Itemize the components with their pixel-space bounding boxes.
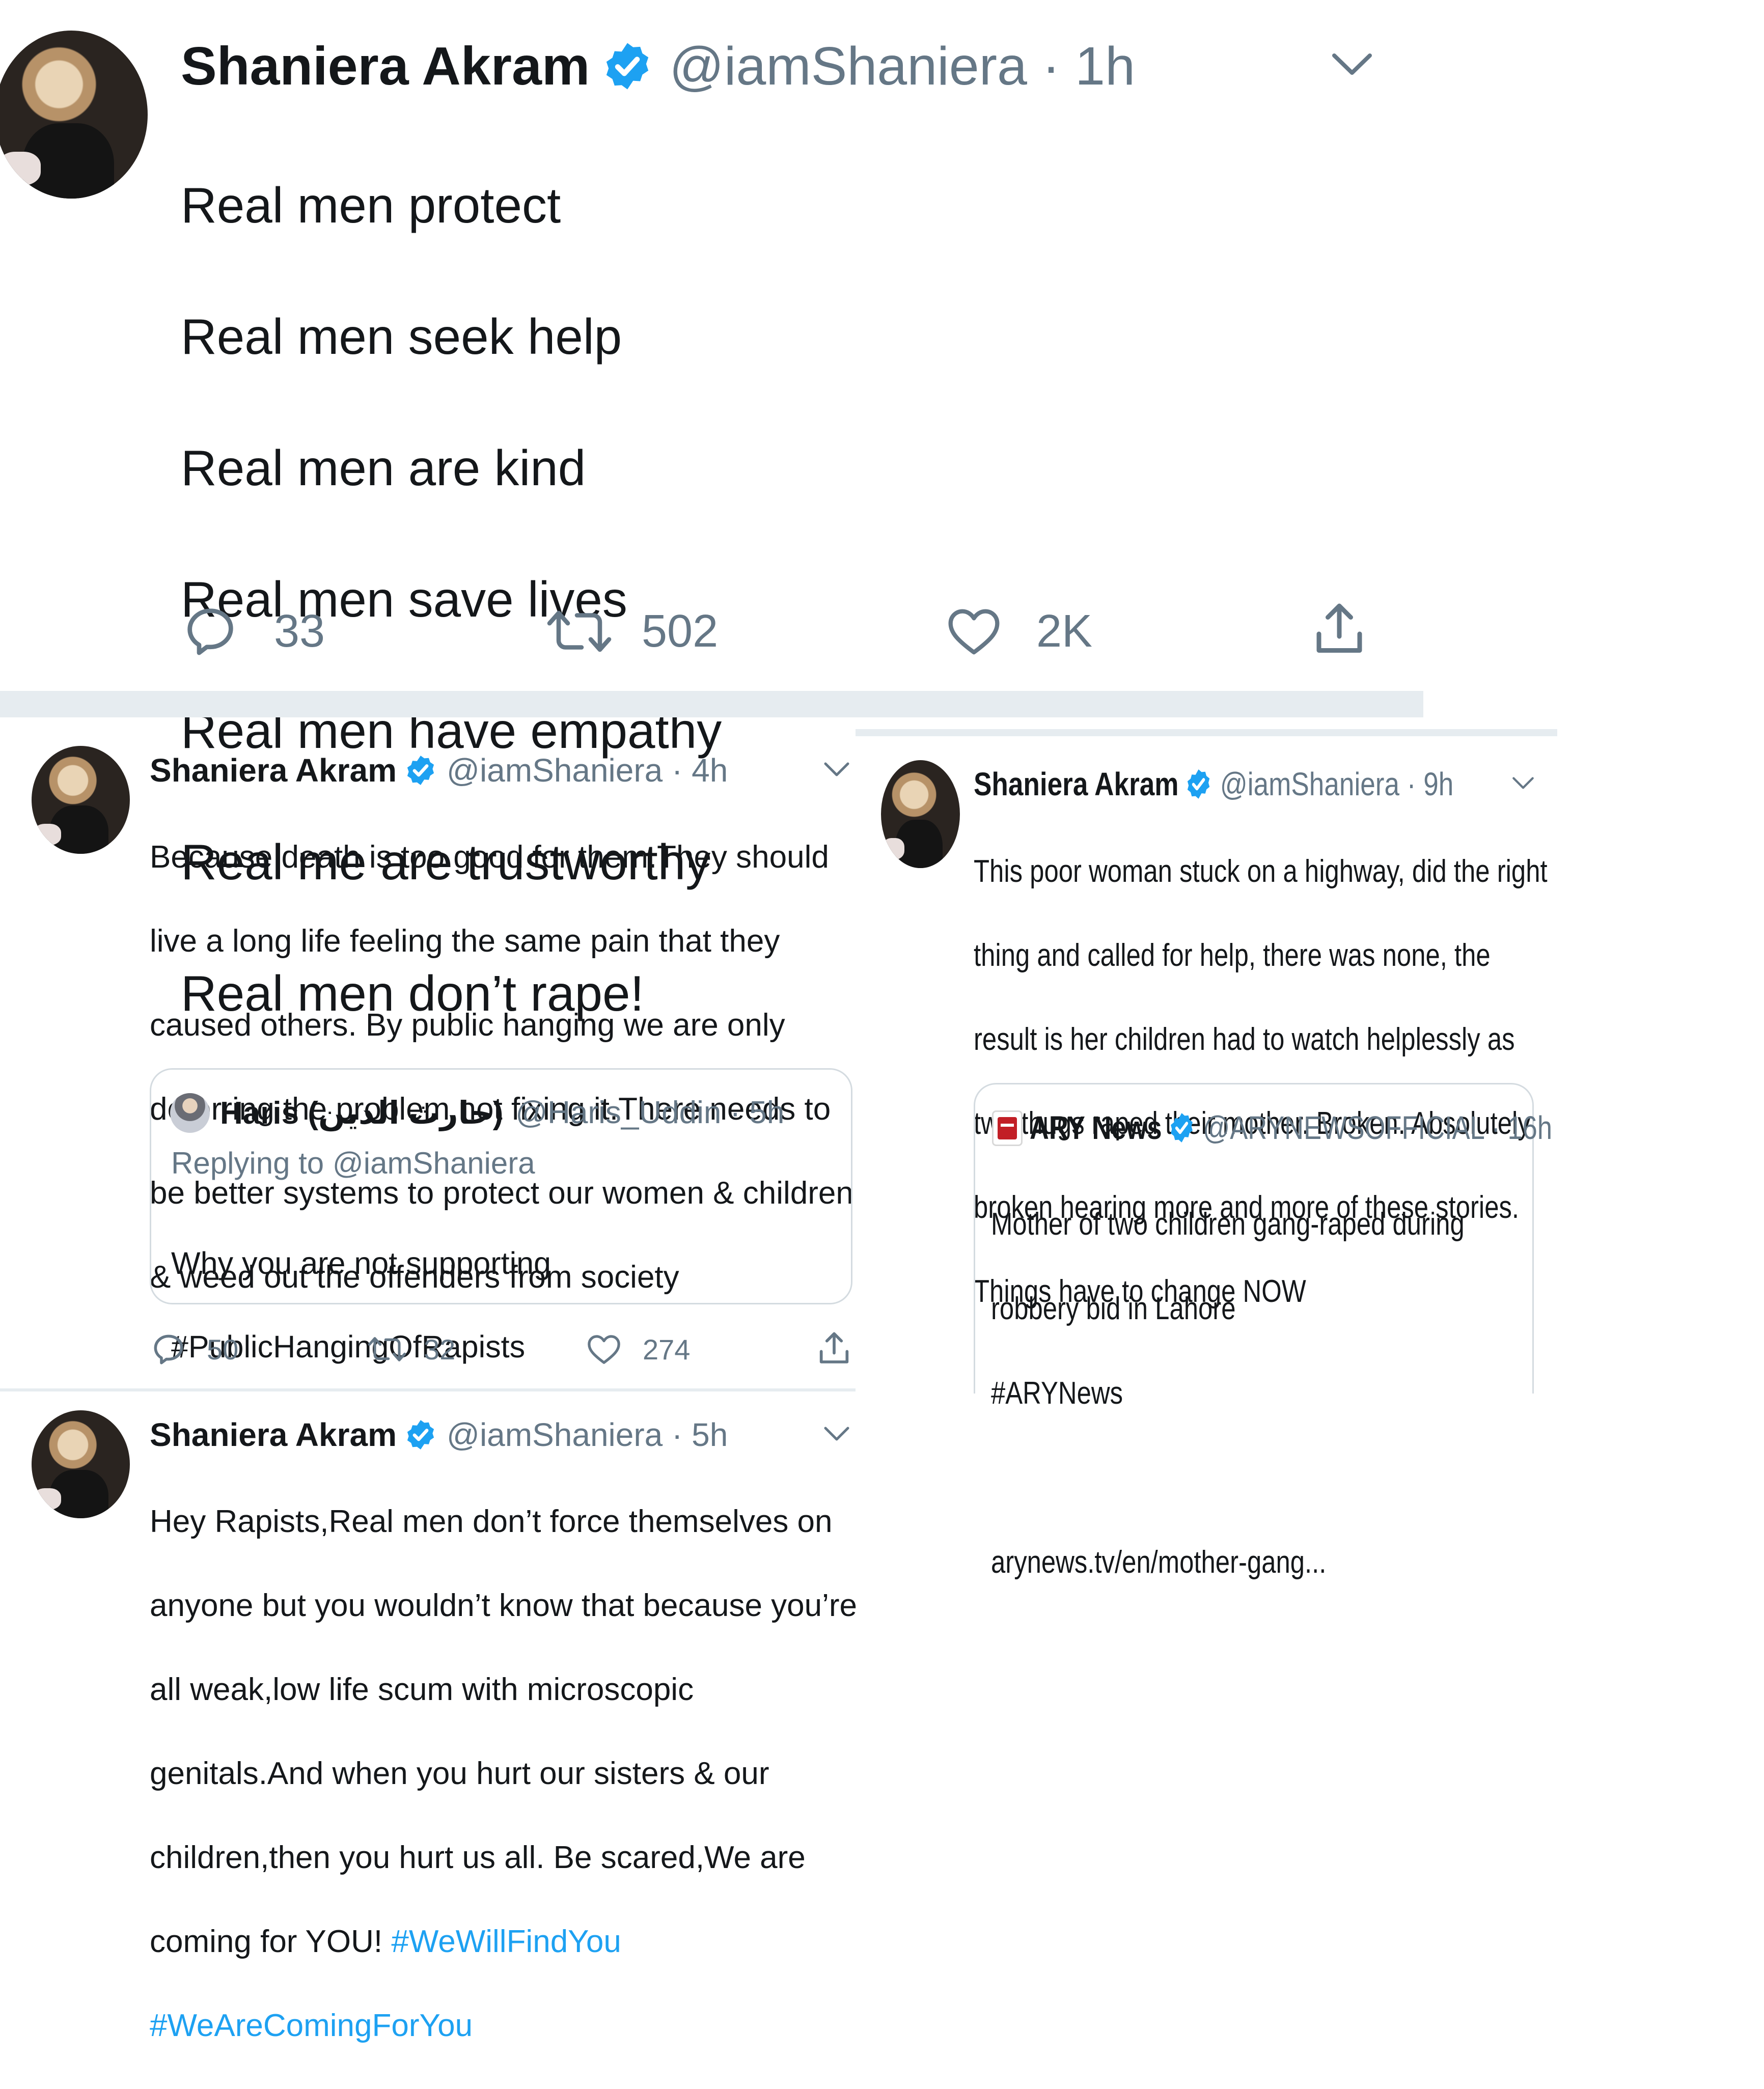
quoted-link-url[interactable]: arynews.tv/en/mother-gang...	[991, 1541, 1465, 1583]
tweet-line: anyone but you wouldn’t know that becaus…	[150, 1587, 858, 1623]
tweet-text: Hey Rapists,Real men don’t force themsel…	[150, 1459, 857, 2089]
quoted-handle-time: @ARYNEWSOFFICIAL · 16h	[1202, 1109, 1553, 1146]
share-icon[interactable]	[815, 1329, 853, 1368]
author-handle-time: @iamShaniera · 9h	[1220, 766, 1454, 802]
ary-news-logo	[992, 1110, 1023, 1146]
tweet-line: Real men protect	[181, 177, 561, 233]
tweet-line: children,then you hurt us all. Be scared…	[150, 1840, 806, 1875]
quoted-author-name: ARY News	[1030, 1109, 1162, 1146]
chevron-down-icon[interactable]	[1329, 48, 1375, 79]
avatar[interactable]	[32, 746, 130, 854]
chevron-down-icon[interactable]	[822, 1423, 851, 1443]
tweet-line: genitals.And when you hurt our sisters &…	[150, 1756, 769, 1791]
author-handle-time: @iamShaniera · 1h	[669, 36, 1136, 96]
quoted-line	[991, 1457, 1465, 1499]
retweet-button[interactable]: 32	[367, 1329, 455, 1370]
tweet-line: #WeAreComingForYou	[150, 2005, 857, 2047]
chevron-down-icon[interactable]	[822, 759, 851, 779]
avatar[interactable]	[32, 1410, 130, 1518]
tweet-divider	[0, 1388, 856, 1391]
reply-button[interactable]: 33	[182, 598, 325, 664]
retweet-count: 502	[642, 605, 719, 657]
verified-badge-icon	[407, 1420, 434, 1450]
tweet-line: result is her children had to watch help…	[974, 1021, 1515, 1057]
like-button[interactable]: 2K	[945, 598, 1092, 664]
quoted-line: robbery bid in Lahore	[991, 1291, 1236, 1326]
hashtag-link[interactable]: #ARYNews	[991, 1372, 1465, 1414]
retweet-icon	[547, 610, 612, 652]
tweet-line: caused others. By public hanging we are …	[150, 1007, 785, 1043]
like-count: 274	[643, 1333, 691, 1366]
author-name[interactable]: Shaniera Akram	[150, 1416, 397, 1454]
column-divider	[856, 729, 1557, 736]
author-handle-time: @iamShaniera · 5h	[446, 1416, 728, 1453]
verified-badge-icon	[1170, 1113, 1193, 1143]
quoted-line: Mother of two children gang-raped during	[991, 1207, 1465, 1242]
quoted-line: Why you are not supporting	[171, 1246, 551, 1280]
author-handle-time: @iamShaniera · 4h	[446, 752, 728, 789]
like-button[interactable]: 274	[586, 1329, 690, 1370]
verified-badge-icon	[607, 43, 649, 90]
heart-icon	[588, 1335, 620, 1364]
tweet-line: Hey Rapists,Real men don’t force themsel…	[150, 1503, 833, 1539]
author-name[interactable]: Shaniera Akram	[974, 765, 1179, 803]
avatar[interactable]	[881, 760, 960, 868]
tweet-line: coming for YOU! #WeWillFindYou	[150, 1921, 857, 1963]
retweet-icon	[368, 1337, 406, 1361]
verified-badge-icon	[1187, 769, 1210, 799]
tweet-line: thing and called for help, there was non…	[974, 937, 1491, 973]
verified-badge-icon	[407, 756, 434, 785]
reply-count: 50	[207, 1333, 239, 1366]
reply-count: 33	[274, 605, 325, 657]
tweet-line: Real men seek help	[181, 309, 622, 365]
retweet-button[interactable]: 502	[545, 598, 718, 664]
tweet-line: live a long life feeling the same pain t…	[150, 923, 780, 959]
quoted-text: Mother of two children gang-raped during…	[991, 1161, 1465, 1626]
hashtag-link[interactable]: #WeWillFindYou	[391, 1924, 621, 1959]
tweet-line: Real men are kind	[181, 440, 586, 496]
avatar	[170, 1093, 210, 1133]
author-name[interactable]: Shaniera Akram	[150, 751, 397, 789]
tweet-line-prefix: coming for YOU!	[150, 1924, 392, 1959]
reply-button[interactable]: 50	[151, 1329, 238, 1370]
like-count: 2K	[1036, 605, 1093, 657]
quoted-text: Why you are not supporting #PublicHangin…	[171, 1201, 551, 1409]
chevron-down-icon[interactable]	[1511, 774, 1535, 791]
tweet-line: Because death is too good for them.They …	[150, 839, 829, 875]
heart-icon	[948, 609, 1000, 655]
reply-icon	[154, 1334, 183, 1364]
section-divider	[0, 691, 1423, 717]
tweet-line: This poor woman stuck on a highway, did …	[974, 853, 1548, 889]
retweet-count: 32	[424, 1333, 456, 1366]
replying-to: Replying to @iamShaniera	[171, 1146, 535, 1180]
hashtag-link[interactable]: #WeAreComingForYou	[150, 2008, 473, 2043]
tweet-line: all weak,low life scum with microscopic	[150, 1672, 694, 1707]
reply-icon	[187, 608, 233, 655]
share-icon[interactable]	[1309, 598, 1370, 659]
author-name[interactable]: Shaniera Akram	[181, 36, 590, 97]
quoted-handle-time: @Haris_Uddin · 5h	[515, 1095, 785, 1130]
quoted-author-name: Haris (حارث الدين)	[220, 1095, 504, 1131]
avatar[interactable]	[0, 31, 148, 199]
